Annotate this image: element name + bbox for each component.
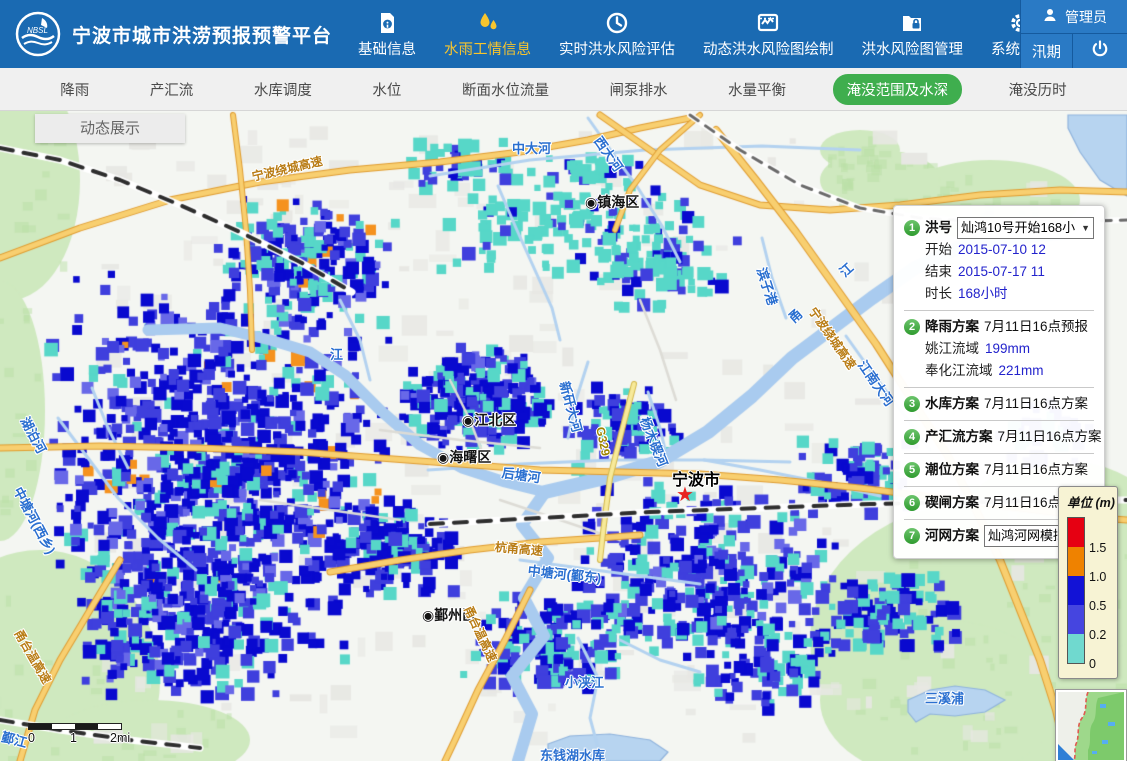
chevron-down-icon: ▼	[1081, 217, 1090, 239]
legend-tick-label: 0	[1089, 657, 1096, 671]
legend-tick-label: 1.5	[1089, 541, 1106, 555]
folder-lock-icon	[900, 11, 924, 35]
step-badge: 6	[904, 495, 920, 511]
step-badge: 7	[904, 528, 920, 544]
legend-tick-label: 1.0	[1089, 570, 1106, 584]
tab-gate-pump[interactable]: 闸泵排水	[596, 74, 682, 105]
tab-section-flow[interactable]: 断面水位流量	[448, 74, 563, 105]
app-title: 宁波市城市洪涝预报预警平台	[72, 21, 332, 48]
step-badge: 3	[904, 396, 920, 412]
tab-rainfall[interactable]: 降雨	[46, 74, 103, 105]
section-label: 碶闸方案	[925, 492, 979, 514]
app-window: NBSL 宁波市城市洪涝预报预警平台 基础信息 水雨工情信息 实时洪水风险评估 动态洪…	[0, 0, 1127, 761]
legend-segment: 1.0	[1067, 547, 1085, 576]
svg-text:NBSL: NBSL	[27, 26, 48, 35]
panel-section-runoff: 4产汇流方案7月11日16点方案	[904, 421, 1094, 454]
panel-section-rainfall: 2 降雨方案7月11日16点预报姚江流域199mm奉化江流域221mm	[904, 311, 1094, 388]
flood-season-button[interactable]: 汛期	[1021, 34, 1073, 68]
tab-inundation-duration[interactable]: 淹没历时	[995, 74, 1081, 105]
panel-row: 结束2015-07-17 11	[904, 261, 1094, 283]
app-logo-icon: NBSL	[14, 10, 62, 58]
section-value: 7月11日16点方案	[998, 426, 1102, 448]
tab-runoff[interactable]: 产汇流	[136, 74, 208, 105]
tab-water-level[interactable]: 水位	[358, 74, 415, 105]
brand: NBSL 宁波市城市洪涝预报预警平台	[0, 10, 332, 58]
info-doc-icon	[375, 11, 399, 35]
power-button[interactable]	[1073, 34, 1127, 68]
section-value: 7月11日16点预报	[984, 316, 1088, 338]
chart-monitor-icon	[756, 11, 780, 35]
map-area[interactable]: ◉镇海区◉江北区◉海曙区◉鄞州区宁波市★中大河西大河滨子港甬 江江南大河后塘河湖…	[0, 111, 1127, 761]
legend-colorbar: 1.51.00.50.20	[1067, 517, 1083, 664]
power-icon	[1090, 39, 1110, 64]
user-icon	[1041, 6, 1059, 27]
step-badge: 2	[904, 319, 920, 335]
sub-nav: 降雨 产汇流 水库调度 水位 断面水位流量 闸泵排水 水量平衡 淹没范围及水深 淹没历时	[0, 68, 1127, 111]
nav-item-label: 动态洪水风险图绘制	[703, 38, 834, 59]
nav-item-label: 基础信息	[358, 38, 416, 59]
nav-item-flood-map-mgmt[interactable]: 洪水风险图管理	[862, 11, 964, 68]
nav-item-realtime-flood-risk[interactable]: 实时洪水风险评估	[559, 11, 675, 68]
top-header: NBSL 宁波市城市洪涝预报预警平台 基础信息 水雨工情信息 实时洪水风险评估 动态洪…	[0, 0, 1127, 68]
panel-section-flood-id: 1 洪号灿鸿10号开始168小▼开始2015-07-10 12结束2015-07-…	[904, 212, 1094, 311]
section-label: 降雨方案	[925, 316, 979, 338]
nav-item-label: 洪水风险图管理	[862, 38, 964, 59]
legend-segment: 0.5	[1067, 576, 1085, 605]
depth-legend: 单位 (m) 1.51.00.50.20	[1058, 486, 1118, 679]
panel-row: 奉化江流域221mm	[904, 360, 1094, 382]
scalebar-label: 0	[28, 731, 35, 745]
minimap-toggle-icon[interactable]	[1058, 744, 1074, 760]
step-badge: 1	[904, 220, 920, 236]
legend-segment: 1.5	[1067, 517, 1085, 547]
legend-segment: 0	[1067, 634, 1085, 664]
section-label: 洪号	[925, 217, 952, 239]
user-button[interactable]: 管理员	[1021, 0, 1127, 34]
user-block: 管理员 汛期	[1020, 0, 1127, 68]
scalebar-labels: 0 1 2mi	[28, 730, 138, 746]
tab-water-balance[interactable]: 水量平衡	[714, 74, 800, 105]
panel-row: 姚江流域199mm	[904, 338, 1094, 360]
dynamic-display-button[interactable]: 动态展示	[35, 114, 185, 143]
raindrops-icon	[476, 11, 500, 35]
panel-row: 开始2015-07-10 12	[904, 239, 1094, 261]
panel-row: 时长168小时	[904, 283, 1094, 305]
nav-item-label: 水雨工情信息	[444, 38, 531, 59]
map-scalebar: 0 1 2mi	[28, 723, 138, 746]
section-label: 水库方案	[925, 393, 979, 415]
section-label: 河网方案	[925, 525, 979, 547]
tab-reservoir-dispatch[interactable]: 水库调度	[240, 74, 326, 105]
scalebar-label: 2mi	[110, 731, 130, 745]
panel-section-tide: 5 潮位方案7月11日16点方案	[904, 454, 1094, 487]
legend-tick-label: 0.2	[1089, 628, 1106, 642]
step-badge: 5	[904, 462, 920, 478]
section-value: 7月11日16点方案	[984, 393, 1088, 415]
legend-tick-label: 0.5	[1089, 599, 1106, 613]
nav-item-rain-water-info[interactable]: 水雨工情信息	[444, 11, 531, 68]
legend-title: 单位 (m)	[1067, 492, 1113, 511]
main-nav: 基础信息水雨工情信息实时洪水风险评估动态洪水风险图绘制洪水风险图管理系统设置	[358, 0, 1127, 68]
section-value: 7月11日16点方案	[984, 459, 1088, 481]
nav-item-label: 实时洪水风险评估	[559, 38, 675, 59]
section-label: 产汇流方案	[925, 426, 993, 448]
step-badge: 4	[904, 429, 920, 445]
panel-section-reservoir: 3 水库方案7月11日16点方案	[904, 388, 1094, 421]
section-label: 潮位方案	[925, 459, 979, 481]
nav-item-basic-info[interactable]: 基础信息	[358, 11, 416, 68]
nav-item-dynamic-flood-map[interactable]: 动态洪水风险图绘制	[703, 11, 834, 68]
scalebar-label: 1	[70, 731, 77, 745]
overview-minimap[interactable]	[1056, 690, 1126, 761]
flood-id-select[interactable]: 灿鸿10号开始168小▼	[957, 217, 1094, 239]
tab-inundation-extent-depth[interactable]: 淹没范围及水深	[833, 74, 963, 105]
clock-icon	[605, 11, 629, 35]
scalebar-bar	[28, 723, 122, 730]
legend-segment: 0.2	[1067, 605, 1085, 634]
user-name: 管理员	[1065, 7, 1107, 27]
